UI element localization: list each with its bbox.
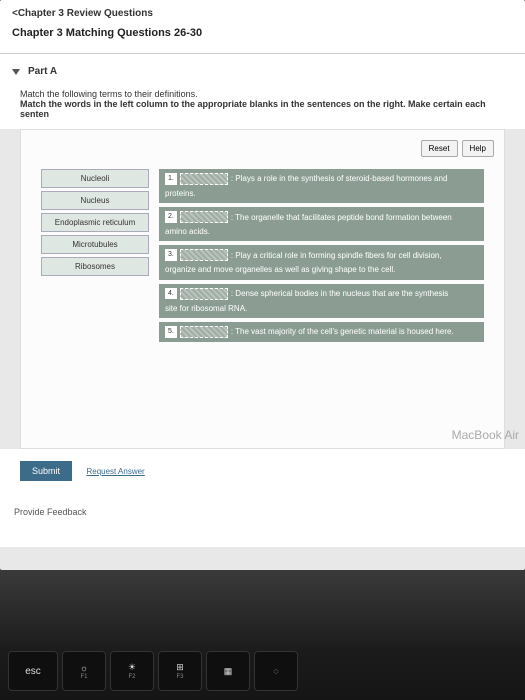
def-cont: amino acids. bbox=[165, 226, 478, 237]
launchpad-icon: ▦ bbox=[224, 666, 233, 677]
def-cont: organize and move organelles as well as … bbox=[165, 264, 478, 275]
def-text: : The organelle that facilitates peptide… bbox=[231, 212, 452, 223]
definition-row: 5. : The vast majority of the cell's gen… bbox=[159, 322, 484, 342]
def-text: : Plays a role in the synthesis of stero… bbox=[231, 173, 448, 184]
definition-row: 4. : Dense spherical bodies in the nucle… bbox=[159, 284, 484, 318]
key-f5[interactable]: ◌ bbox=[254, 651, 298, 691]
term-chip[interactable]: Nucleoli bbox=[41, 169, 149, 188]
blank-slot[interactable] bbox=[180, 173, 228, 185]
macbook-label: MacBook Air bbox=[452, 428, 519, 442]
kb-brightness-icon: ◌ bbox=[273, 666, 278, 676]
work-area: Reset Help Nucleoli Nucleus Endoplasmic … bbox=[20, 129, 505, 449]
submit-button[interactable]: Submit bbox=[20, 461, 72, 481]
laptop-bezel bbox=[0, 570, 525, 645]
key-f3[interactable]: ⊞ F3 bbox=[158, 651, 202, 691]
provide-feedback-link[interactable]: Provide Feedback bbox=[0, 493, 525, 547]
term-chip[interactable]: Endoplasmic reticulum bbox=[41, 213, 149, 232]
def-number: 4. bbox=[165, 288, 177, 300]
definition-row: 2. : The organelle that facilitates pept… bbox=[159, 207, 484, 241]
request-answer-link[interactable]: Request Answer bbox=[86, 467, 144, 476]
instruction-line-1: Match the following terms to their defin… bbox=[20, 89, 505, 99]
def-text: : Dense spherical bodies in the nucleus … bbox=[231, 288, 448, 299]
def-number: 2. bbox=[165, 211, 177, 223]
term-chip[interactable]: Nucleus bbox=[41, 191, 149, 210]
keyboard: esc ☼ F1 ☀ F2 ⊞ F3 ▦ ◌ bbox=[0, 645, 525, 700]
brightness-up-icon: ☀ bbox=[128, 662, 136, 673]
key-f4[interactable]: ▦ bbox=[206, 651, 250, 691]
key-esc[interactable]: esc bbox=[8, 651, 58, 691]
mission-control-icon: ⊞ bbox=[176, 662, 184, 673]
help-button[interactable]: Help bbox=[462, 140, 494, 157]
page-title: Chapter 3 Matching Questions 26-30 bbox=[12, 27, 513, 39]
def-cont: proteins. bbox=[165, 188, 478, 199]
key-f1[interactable]: ☼ F1 bbox=[62, 651, 106, 691]
blank-slot[interactable] bbox=[180, 288, 228, 300]
term-chip[interactable]: Ribosomes bbox=[41, 257, 149, 276]
def-cont: site for ribosomal RNA. bbox=[165, 303, 478, 314]
def-text: : Play a critical role in forming spindl… bbox=[231, 250, 442, 261]
definition-row: 3. : Play a critical role in forming spi… bbox=[159, 245, 484, 279]
breadcrumb[interactable]: <Chapter 3 Review Questions bbox=[12, 8, 513, 19]
part-a-toggle[interactable]: Part A bbox=[0, 54, 525, 85]
part-a-label: Part A bbox=[28, 66, 57, 77]
def-number: 5. bbox=[165, 326, 177, 338]
definition-row: 1. : Plays a role in the synthesis of st… bbox=[159, 169, 484, 203]
term-chip[interactable]: Microtubules bbox=[41, 235, 149, 254]
blank-slot[interactable] bbox=[180, 211, 228, 223]
def-text: : The vast majority of the cell's geneti… bbox=[231, 326, 454, 337]
def-number: 3. bbox=[165, 249, 177, 261]
key-f2[interactable]: ☀ F2 bbox=[110, 651, 154, 691]
blank-slot[interactable] bbox=[180, 326, 228, 338]
blank-slot[interactable] bbox=[180, 249, 228, 261]
brightness-down-icon: ☼ bbox=[80, 663, 88, 673]
def-number: 1. bbox=[165, 173, 177, 185]
caret-down-icon bbox=[12, 69, 20, 75]
reset-button[interactable]: Reset bbox=[421, 140, 458, 157]
instruction-line-2: Match the words in the left column to th… bbox=[20, 99, 505, 119]
